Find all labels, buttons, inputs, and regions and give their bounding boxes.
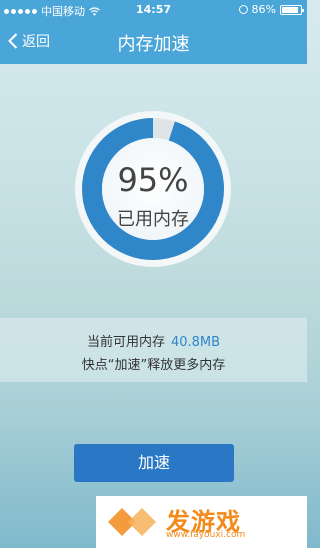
nav-bar: 返回 内存加速 [0, 20, 307, 64]
memory-info: 当前可用内存 40.8MB 快点“加速”释放更多内存 [0, 318, 307, 382]
available-memory-line: 当前可用内存 40.8MB [0, 331, 307, 350]
memory-percent: 95% [117, 161, 189, 199]
boost-button[interactable]: 加速 [74, 444, 234, 482]
available-memory-label: 当前可用内存 [86, 335, 165, 350]
boost-hint: 快点“加速”释放更多内存 [81, 358, 226, 373]
battery-icon [280, 4, 304, 15]
status-right: 86% [238, 3, 304, 16]
available-memory-value: 40.8MB [170, 335, 221, 350]
watermark: 发游戏 www.fayouxi.com [96, 496, 307, 548]
memory-label: 已用内存 [117, 209, 189, 230]
page-title: 内存加速 [117, 34, 190, 55]
memory-usage-gauge: 95% 已用内存 [73, 109, 233, 269]
rotation-lock-icon [238, 5, 248, 14]
status-bar: 中国移动 14:57 86% [0, 0, 307, 20]
watermark-domain: www.fayouxi.com [166, 530, 246, 540]
watermark-logo-icon [108, 508, 156, 536]
battery-percent: 86% [251, 3, 276, 16]
